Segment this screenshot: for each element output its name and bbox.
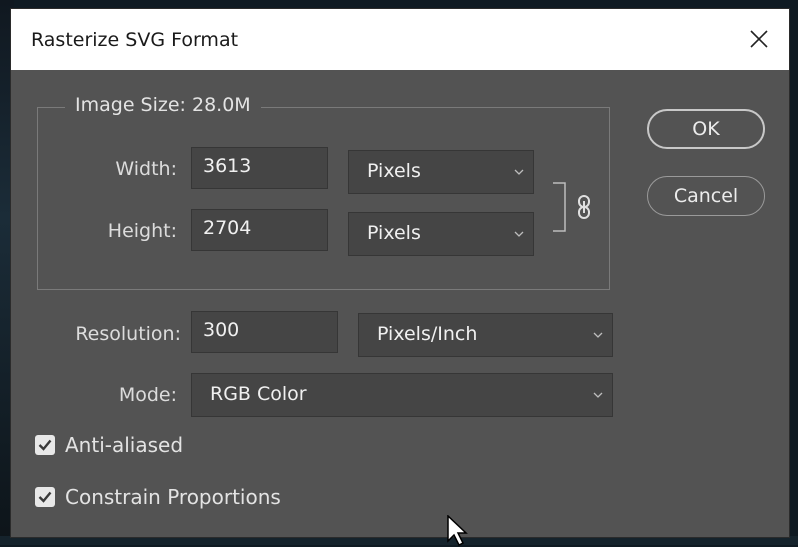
height-unit-select[interactable]: Pixels xyxy=(348,212,534,256)
image-size-group xyxy=(37,107,610,290)
width-unit-value: Pixels xyxy=(367,160,421,182)
resolution-unit-select[interactable]: Pixels/Inch xyxy=(358,313,613,357)
chevron-down-icon xyxy=(514,231,524,237)
height-label: Height: xyxy=(107,220,177,242)
constrain-proportions-label: Constrain Proportions xyxy=(65,485,281,509)
chain-link-icon[interactable] xyxy=(577,195,591,219)
chevron-down-icon xyxy=(593,392,603,398)
cancel-button[interactable]: Cancel xyxy=(647,176,765,216)
checkbox-checked-icon xyxy=(35,487,55,507)
constrain-proportions-checkbox[interactable]: Constrain Proportions xyxy=(35,485,281,509)
constrain-bracket xyxy=(553,182,566,232)
title-bar[interactable]: Rasterize SVG Format xyxy=(11,9,789,70)
chevron-down-icon xyxy=(593,332,603,338)
mode-label: Mode: xyxy=(118,384,177,406)
anti-aliased-checkbox[interactable]: Anti-aliased xyxy=(35,433,183,457)
resolution-label: Resolution: xyxy=(75,323,181,345)
width-field[interactable]: 3613 xyxy=(191,147,328,189)
chevron-down-icon xyxy=(514,169,524,175)
height-field[interactable]: 2704 xyxy=(191,209,328,251)
mouse-cursor-icon xyxy=(447,515,468,547)
image-size-legend: Image Size: 28.0M xyxy=(65,94,261,116)
ok-button[interactable]: OK xyxy=(647,109,765,149)
width-unit-select[interactable]: Pixels xyxy=(348,150,534,194)
resolution-field[interactable]: 300 xyxy=(191,311,338,353)
mode-value: RGB Color xyxy=(210,383,307,405)
close-icon xyxy=(750,30,768,48)
width-label: Width: xyxy=(115,158,177,180)
anti-aliased-label: Anti-aliased xyxy=(65,433,184,457)
dialog-title: Rasterize SVG Format xyxy=(31,29,239,51)
checkbox-checked-icon xyxy=(35,435,55,455)
rasterize-dialog: Rasterize SVG Format Image Size: 28.0M W… xyxy=(10,8,790,547)
close-button[interactable] xyxy=(741,21,777,57)
mode-select[interactable]: RGB Color xyxy=(191,373,613,417)
height-unit-value: Pixels xyxy=(367,222,421,244)
resolution-unit-value: Pixels/Inch xyxy=(377,323,478,345)
